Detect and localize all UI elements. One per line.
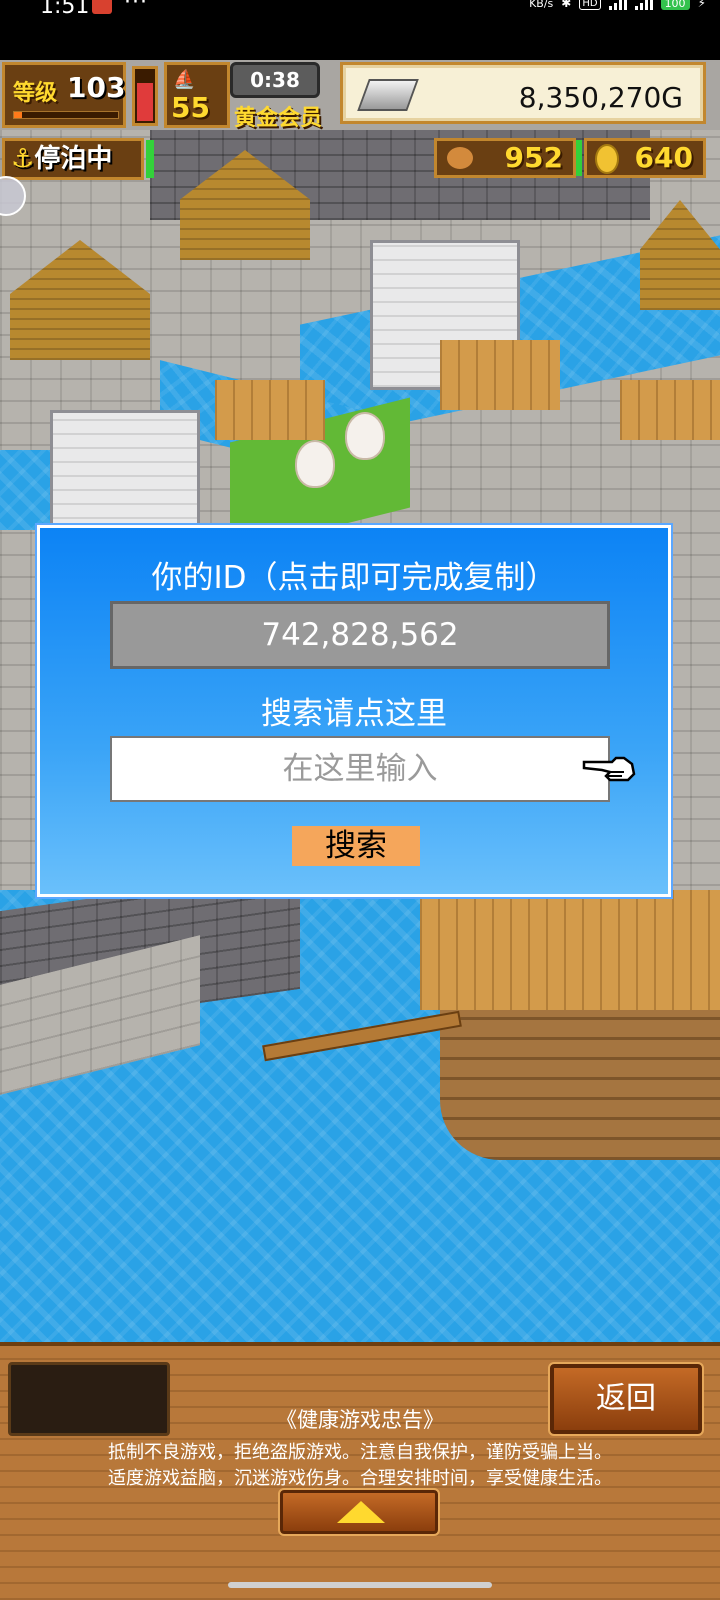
clock: 1:51 [40, 0, 90, 19]
medal-panel[interactable]: 640 [584, 138, 706, 178]
search-button[interactable]: 搜索 [292, 826, 420, 866]
bottom-panel: 返回 《健康游戏忠告》 抵制不良游戏，拒绝盗版游戏。注意自我保护，谨防受骗上当。… [0, 1342, 720, 1600]
ship-icon: ⛵ [173, 69, 196, 90]
status-icons: KB/s ✱ HD 100 ⚡ [529, 0, 706, 10]
food-indicator [576, 140, 582, 176]
level-panel[interactable]: 等级 103 [2, 62, 126, 128]
egg-item[interactable] [345, 412, 385, 460]
egg-shop-stall[interactable] [215, 380, 325, 440]
status-indicator [146, 140, 154, 178]
app-notification-icon [92, 0, 112, 14]
network-speed: KB/s [529, 0, 554, 10]
medal-icon [595, 144, 619, 174]
bluetooth-icon: ✱ [561, 0, 572, 10]
food-panel[interactable]: 952 [434, 138, 576, 178]
status-docked[interactable]: ⚓停泊中 [2, 138, 144, 180]
health-advisory-line-2: 适度游戏益脑，沉迷游戏伤身。合理安排时间，享受健康生活。 [108, 1468, 612, 1489]
signal-icon [608, 0, 627, 10]
search-label: 搜索请点这里 [261, 696, 447, 732]
health-advisory-title: 《健康游戏忠告》 [276, 1408, 444, 1432]
battery-icon: 100 [660, 0, 690, 10]
status-docked-label: 停泊中 [34, 144, 113, 174]
timer: 0:38 [230, 62, 320, 98]
stamina-fill [137, 83, 153, 121]
signal-icon-2 [634, 0, 653, 10]
money-value: 8,350,270G [518, 81, 683, 114]
market-stall[interactable] [440, 340, 560, 410]
dialog-title: 你的ID（点击即可完成复制） [151, 560, 557, 596]
health-advisory-line-1: 抵制不良游戏，拒绝盗版游戏。注意自我保护，谨防受骗上当。 [108, 1442, 612, 1463]
level-label: 等级 [13, 81, 58, 106]
money-panel[interactable]: 8,350,270G [340, 62, 706, 124]
membership-label[interactable]: 黄金会员 [234, 100, 334, 132]
home-indicator[interactable] [228, 1582, 492, 1588]
id-search-dialog: 你的ID（点击即可完成复制） 742,828,562 搜索请点这里 搜索 [35, 523, 673, 899]
pointing-hand-icon [582, 756, 636, 782]
food-icon [445, 145, 475, 171]
silver-bar-icon [357, 79, 419, 111]
more-notifications-icon: ··· [124, 0, 148, 15]
stamina-gauge [132, 66, 158, 126]
wooden-pier [620, 380, 720, 440]
hd-voice-icon: HD [579, 0, 601, 10]
level-progress-fill [14, 112, 23, 118]
up-arrow-icon [337, 1501, 385, 1523]
status-bar: 1:51 ··· KB/s ✱ HD 100 ⚡ [0, 0, 720, 60]
ship-hull[interactable] [440, 1010, 720, 1160]
search-input[interactable] [110, 736, 610, 802]
anchor-icon: ⚓ [11, 144, 35, 174]
ship-count: 55 [171, 91, 210, 124]
level-progress-bar [13, 111, 119, 119]
level-value: 103 [67, 71, 126, 104]
ship-count-panel[interactable]: ⛵ 55 [164, 62, 230, 128]
ship-deck[interactable] [420, 890, 720, 1010]
charging-icon: ⚡ [697, 0, 706, 10]
medal-count: 640 [634, 141, 693, 174]
player-id-copy-box[interactable]: 742,828,562 [110, 601, 610, 669]
food-count: 952 [504, 141, 563, 174]
expand-menu-button[interactable] [278, 1488, 440, 1536]
egg-item[interactable] [295, 440, 335, 488]
